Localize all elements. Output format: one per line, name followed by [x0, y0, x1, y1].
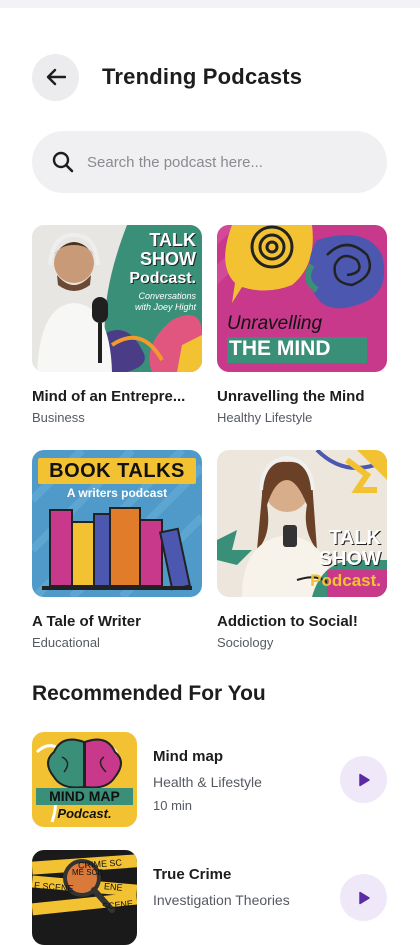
- podcast-category: Investigation Theories: [153, 892, 290, 908]
- list-item[interactable]: MIND MAP Podcast. Mind map Health & Life…: [32, 732, 388, 827]
- header: Trending Podcasts: [32, 53, 392, 101]
- cover-text: with Joey Hight: [134, 302, 196, 312]
- podcast-category: Health & Lifestyle: [153, 774, 262, 790]
- podcast-card[interactable]: Unravelling THE MIND Unravelling the Min…: [217, 225, 387, 425]
- page-title: Trending Podcasts: [102, 64, 303, 89]
- podcast-card[interactable]: TALK SHOW Podcast. Conversations with Jo…: [32, 225, 202, 425]
- cover-text: TALK: [329, 527, 381, 549]
- podcast-cover[interactable]: Unravelling THE MIND: [217, 225, 387, 372]
- play-icon: [358, 773, 370, 786]
- cover-text: A writers podcast: [66, 486, 168, 500]
- cover-text: SHOW: [318, 548, 381, 570]
- podcast-cover[interactable]: TALK SHOW Podcast.: [217, 450, 387, 597]
- search-icon: [52, 151, 74, 173]
- cover-text: ENE: [103, 881, 123, 893]
- back-button[interactable]: [32, 53, 79, 101]
- play-icon: [358, 891, 370, 904]
- podcast-title: Mind map: [153, 748, 223, 765]
- play-button[interactable]: [340, 874, 387, 921]
- cover-text: Unravelling: [227, 313, 323, 334]
- podcast-category: Healthy Lifestyle: [217, 410, 313, 425]
- cover-text: SHOW: [140, 249, 196, 269]
- podcast-thumbnail[interactable]: CRIME SC E SCENE ME SCE ENE SCENE: [32, 850, 137, 945]
- arrow-left-icon: [46, 68, 66, 86]
- podcast-title: True Crime: [153, 866, 232, 883]
- cover-text: Podcast.: [129, 270, 196, 287]
- status-bar-strip: [0, 0, 420, 8]
- podcast-category: Sociology: [217, 635, 274, 650]
- cover-text: Conversations: [138, 291, 196, 301]
- cover-text: MIND MAP: [49, 788, 120, 804]
- cover-text: ME SCE: [72, 868, 103, 877]
- podcast-title: Addiction to Social!: [217, 613, 358, 630]
- podcast-card[interactable]: BOOK TALKS A writers podcast A Tale of W…: [32, 450, 202, 650]
- podcast-card[interactable]: TALK SHOW Podcast. Addiction to Social! …: [217, 450, 387, 650]
- play-button[interactable]: [340, 756, 387, 803]
- podcast-duration: 10 min: [153, 798, 193, 813]
- podcast-cover[interactable]: BOOK TALKS A writers podcast: [32, 450, 202, 597]
- search-bar[interactable]: [32, 131, 387, 193]
- podcast-title: Mind of an Entrepre...: [32, 388, 186, 405]
- cover-text: THE MIND: [229, 337, 331, 360]
- podcast-thumbnail[interactable]: MIND MAP Podcast.: [32, 732, 137, 827]
- section-title: Recommended For You: [32, 682, 266, 705]
- podcast-category: Educational: [32, 635, 100, 650]
- podcast-title: Unravelling the Mind: [217, 388, 365, 405]
- search-input[interactable]: [85, 152, 369, 172]
- podcast-title: A Tale of Writer: [32, 613, 141, 630]
- cover-text: Podcast.: [57, 806, 112, 821]
- list-item[interactable]: CRIME SC E SCENE ME SCE ENE SCENE True C…: [32, 850, 388, 945]
- cover-text: Podcast.: [310, 571, 381, 590]
- podcast-cover[interactable]: TALK SHOW Podcast. Conversations with Jo…: [32, 225, 202, 372]
- cover-text: BOOK TALKS: [49, 460, 185, 482]
- podcast-category: Business: [32, 410, 85, 425]
- cover-text: TALK: [149, 230, 196, 250]
